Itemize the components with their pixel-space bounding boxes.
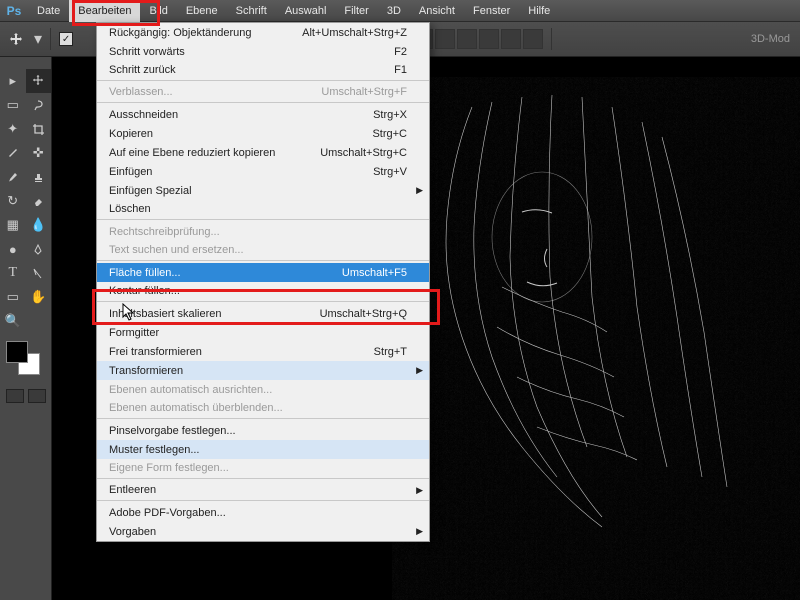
dodge-tool-icon[interactable]: ●	[0, 237, 26, 261]
hand-tool-icon[interactable]: ✋	[26, 285, 52, 309]
eyedropper-tool-icon[interactable]	[0, 141, 26, 165]
menu-item[interactable]: Formgitter	[97, 323, 429, 342]
menu-item[interactable]: Auf eine Ebene reduziert kopierenUmschal…	[97, 143, 429, 162]
eraser-tool-icon[interactable]	[26, 189, 52, 213]
crop-tool-icon[interactable]	[26, 117, 52, 141]
move-tool-icon[interactable]	[26, 69, 52, 93]
menu-item[interactable]: Inhaltsbasiert skalierenUmschalt+Strg+Q	[97, 304, 429, 323]
menu-item[interactable]: Löschen	[97, 200, 429, 220]
distribute-icon[interactable]	[435, 29, 455, 49]
separator	[50, 28, 51, 50]
menu-item[interactable]: KopierenStrg+C	[97, 124, 429, 143]
brush-tool-icon[interactable]	[0, 165, 26, 189]
menu-date[interactable]: Date	[28, 0, 69, 22]
menu-item[interactable]: Entleeren▶	[97, 481, 429, 501]
menu-item[interactable]: Adobe PDF-Vorgaben...	[97, 503, 429, 522]
menu-item[interactable]: Schritt zurückF1	[97, 61, 429, 81]
shape-tool-icon[interactable]: ▭	[0, 285, 26, 309]
menu-filter[interactable]: Filter	[335, 0, 377, 22]
stamp-tool-icon[interactable]	[26, 165, 52, 189]
menu-item: Verblassen...Umschalt+Strg+F	[97, 83, 429, 103]
menu-fenster[interactable]: Fenster	[464, 0, 519, 22]
menu-item[interactable]: Fläche füllen...Umschalt+F5	[97, 263, 429, 282]
checkbox[interactable]: ✓	[59, 32, 73, 46]
menu-ansicht[interactable]: Ansicht	[410, 0, 464, 22]
move-tool-icon[interactable]	[6, 29, 26, 49]
zoom-tool-icon[interactable]: 🔍	[0, 309, 26, 333]
path-tool-icon[interactable]	[26, 261, 52, 285]
tools-panel: ▸ ▭ ✦ ✜ ↻ ▦💧 ● T ▭✋ 🔍	[0, 57, 52, 600]
menu-item[interactable]: Schritt vorwärtsF2	[97, 42, 429, 61]
fg-color-swatch[interactable]	[6, 341, 28, 363]
color-swatches[interactable]	[6, 341, 46, 381]
lasso-tool-icon[interactable]	[26, 93, 52, 117]
separator	[551, 28, 552, 50]
menu-item[interactable]: AusschneidenStrg+X	[97, 105, 429, 124]
menu-hilfe[interactable]: Hilfe	[519, 0, 559, 22]
menu-item[interactable]: Rückgängig: ObjektänderungAlt+Umschalt+S…	[97, 23, 429, 42]
menu-item[interactable]: Frei transformierenStrg+T	[97, 342, 429, 361]
menu-schrift[interactable]: Schrift	[227, 0, 276, 22]
menu-item: Text suchen und ersetzen...	[97, 241, 429, 261]
menu-item[interactable]: Vorgaben▶	[97, 522, 429, 541]
gradient-tool-icon[interactable]: ▦	[0, 213, 26, 237]
menu-item: Ebenen automatisch ausrichten...	[97, 380, 429, 399]
menu-item: Ebenen automatisch überblenden...	[97, 399, 429, 419]
menu-item[interactable]: Kontur füllen...	[97, 282, 429, 302]
menu-ebene[interactable]: Ebene	[177, 0, 227, 22]
mode-label: 3D-Mod	[751, 33, 794, 45]
quickmask-icon[interactable]	[6, 389, 24, 403]
wand-tool-icon[interactable]: ✦	[0, 117, 26, 141]
type-tool-icon[interactable]: T	[0, 261, 26, 285]
healing-tool-icon[interactable]: ✜	[26, 141, 52, 165]
menu-bearbeiten[interactable]: Bearbeiten	[69, 0, 140, 22]
distribute-icon[interactable]	[457, 29, 477, 49]
menu-3d[interactable]: 3D	[378, 0, 410, 22]
distribute-icon[interactable]	[501, 29, 521, 49]
menu-item[interactable]: EinfügenStrg+V	[97, 162, 429, 181]
menu-item[interactable]: Einfügen Spezial▶	[97, 181, 429, 200]
menu-item[interactable]: Transformieren▶	[97, 361, 429, 380]
expand-icon[interactable]: ▸	[0, 69, 26, 93]
distribute-icon[interactable]	[479, 29, 499, 49]
pen-tool-icon[interactable]	[26, 237, 52, 261]
menu-item[interactable]: Pinselvorgabe festlegen...	[97, 421, 429, 440]
menu-item: Rechtschreibprüfung...	[97, 222, 429, 241]
history-brush-icon[interactable]: ↻	[0, 189, 26, 213]
menubar: Ps DateBearbeitenBildEbeneSchriftAuswahl…	[0, 0, 800, 22]
edit-menu-dropdown: Rückgängig: ObjektänderungAlt+Umschalt+S…	[96, 22, 430, 542]
distribute-icon[interactable]	[523, 29, 543, 49]
app-logo: Ps	[0, 0, 28, 22]
menu-bild[interactable]: Bild	[140, 0, 176, 22]
blur-tool-icon[interactable]: 💧	[26, 213, 52, 237]
menu-item[interactable]: Muster festlegen...	[97, 440, 429, 459]
menu-auswahl[interactable]: Auswahl	[276, 0, 336, 22]
marquee-tool-icon[interactable]: ▭	[0, 93, 26, 117]
menu-item: Eigene Form festlegen...	[97, 459, 429, 479]
screenmode-icon[interactable]	[28, 389, 46, 403]
